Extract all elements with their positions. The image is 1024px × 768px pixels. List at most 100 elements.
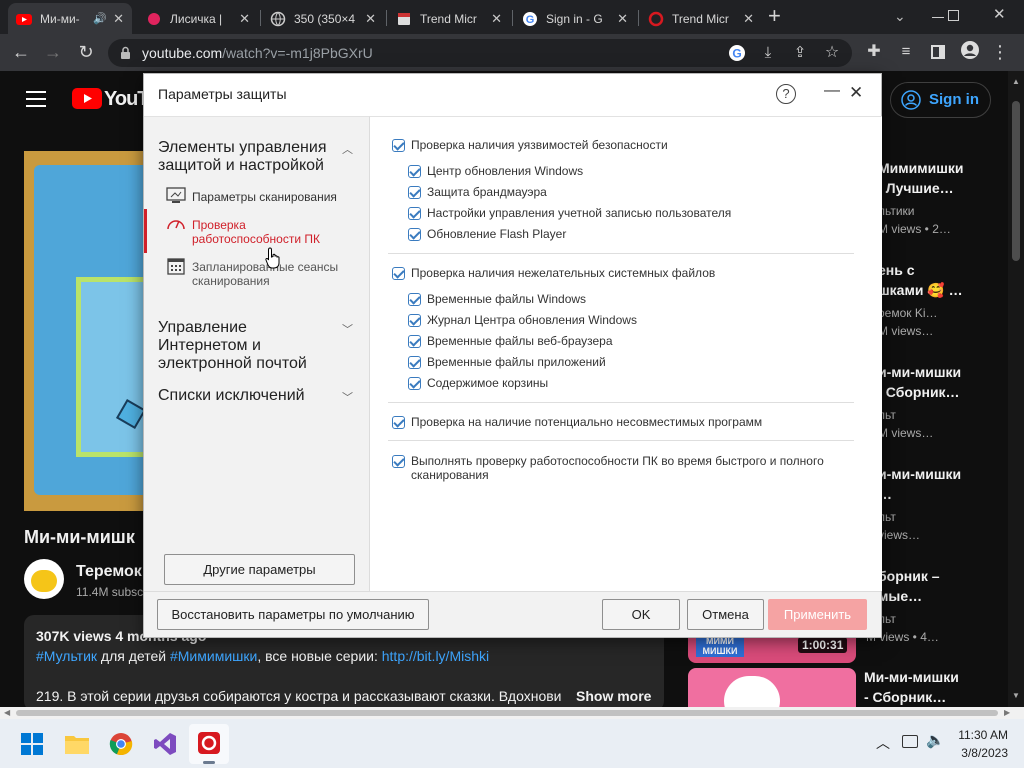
hashtag-link[interactable]: #Мультик: [36, 648, 97, 664]
sidebar-title[interactable]: и-ми-мишки: [878, 364, 961, 380]
reload-icon[interactable]: ↻: [74, 40, 98, 64]
checkbox-checked-icon[interactable]: [408, 228, 421, 241]
star-icon[interactable]: ☆: [820, 41, 844, 65]
checkbox-checked-icon[interactable]: [408, 314, 421, 327]
visual-studio-icon[interactable]: [153, 732, 177, 756]
checkbox-checked-icon[interactable]: [392, 455, 405, 468]
new-tab-button[interactable]: +: [768, 5, 781, 27]
sidebar-title[interactable]: шками 🥰 …: [878, 282, 963, 299]
sidebar-title[interactable]: борник –: [878, 568, 940, 584]
menu-icon[interactable]: ⋮: [988, 40, 1012, 64]
checkbox-checked-icon[interactable]: [408, 335, 421, 348]
sidebar-title[interactable]: ень с: [878, 262, 915, 278]
description-link[interactable]: http://bit.ly/Mishki: [382, 648, 489, 664]
horizontal-scrollbar[interactable]: ◀ ▶: [0, 707, 1024, 719]
apply-button[interactable]: Применить: [768, 599, 867, 630]
speaker-icon[interactable]: 🔊: [93, 12, 107, 25]
close-icon[interactable]: ✕: [849, 83, 863, 103]
side-panel-icon[interactable]: [926, 40, 950, 64]
network-icon[interactable]: [902, 735, 918, 748]
extensions-icon[interactable]: ✚: [862, 40, 886, 64]
hamburger-icon[interactable]: [26, 91, 46, 107]
minimize-icon[interactable]: —: [824, 82, 840, 100]
sidebar-title[interactable]: - Сборник…: [864, 689, 946, 705]
close-icon[interactable]: ✕: [617, 11, 628, 27]
nav-item-pc-health-check[interactable]: Проверка работоспособности ПК: [192, 218, 342, 246]
checkbox-firewall[interactable]: Защита брандмауэра: [408, 185, 547, 199]
chevron-down-icon[interactable]: ﹀: [342, 321, 354, 336]
checkbox-checked-icon[interactable]: [392, 267, 405, 280]
chevron-down-icon[interactable]: ⌄: [894, 8, 906, 25]
help-icon[interactable]: ?: [776, 84, 796, 104]
chrome-icon[interactable]: [109, 732, 133, 756]
trend-micro-taskbar-button[interactable]: [189, 724, 229, 764]
tab-youtube[interactable]: Ми-ми- 🔊 ✕: [8, 3, 132, 34]
tab-trend-1[interactable]: Trend Micr ✕: [388, 3, 510, 34]
tab-lisichka[interactable]: Лисичка | ✕: [138, 3, 258, 34]
close-icon[interactable]: ✕: [239, 11, 250, 27]
media-icon[interactable]: ≡: [894, 40, 918, 64]
checkbox-uac[interactable]: Настройки управления учетной записью пол…: [408, 206, 731, 220]
checkbox-checked-icon[interactable]: [408, 293, 421, 306]
address-bar[interactable]: youtube.com/watch?v=-m1j8PbGXrU G ⤓ ⇪ ☆: [108, 39, 852, 67]
sidebar-title[interactable]: | Сборник…: [878, 384, 960, 400]
video-player[interactable]: [24, 151, 156, 511]
restore-defaults-button[interactable]: Восстановить параметры по умолчанию: [157, 599, 429, 630]
checkbox-checked-icon[interactable]: [392, 416, 405, 429]
sidebar-thumbnail[interactable]: [688, 668, 856, 707]
checkbox-incompatible-programs[interactable]: Проверка на наличие потенциально несовме…: [392, 415, 762, 429]
sign-in-button[interactable]: Sign in: [890, 82, 991, 118]
checkbox-browser-temp[interactable]: Временные файлы веб-браузера: [408, 334, 613, 348]
checkbox-health-check-during-scan[interactable]: Выполнять проверку работоспособности ПК …: [392, 454, 832, 482]
tab-image[interactable]: 350 (350×4 ✕: [262, 3, 384, 34]
volume-icon[interactable]: 🔈: [926, 731, 945, 749]
sidebar-title[interactable]: | Лучшие…: [878, 180, 954, 196]
close-icon[interactable]: ✕: [365, 11, 376, 27]
checkbox-checked-icon[interactable]: [408, 356, 421, 369]
close-icon[interactable]: ✕: [743, 11, 754, 27]
checkbox-flash[interactable]: Обновление Flash Player: [408, 227, 566, 241]
install-icon[interactable]: ⤓: [756, 41, 780, 65]
channel-name[interactable]: Теремок: [76, 563, 142, 581]
chevron-down-icon[interactable]: ﹀: [342, 389, 354, 404]
cancel-button[interactable]: Отмена: [687, 599, 764, 630]
share-icon[interactable]: ⇪: [788, 41, 812, 65]
google-lens-icon[interactable]: G: [728, 44, 746, 62]
back-icon[interactable]: ←: [9, 40, 33, 64]
other-params-button[interactable]: Другие параметры: [164, 554, 355, 585]
clock-date[interactable]: 3/8/2023: [958, 746, 1008, 760]
windows-start-icon[interactable]: [21, 733, 43, 755]
checkbox-checked-icon[interactable]: [408, 186, 421, 199]
checkbox-recycle-bin[interactable]: Содержимое корзины: [408, 376, 548, 390]
checkbox-checked-icon[interactable]: [408, 165, 421, 178]
clock-time[interactable]: 11:30 AM: [958, 728, 1008, 742]
ok-button[interactable]: OK: [602, 599, 680, 630]
sidebar-title[interactable]: мые…: [878, 588, 922, 604]
close-icon[interactable]: ✕: [491, 11, 502, 27]
nav-item-scan-settings[interactable]: Параметры сканирования: [192, 190, 362, 204]
nav-section-internet-email[interactable]: Управление Интернетом и электронной почт…: [158, 319, 338, 373]
checkbox-app-temp[interactable]: Временные файлы приложений: [408, 355, 606, 369]
youtube-logo-icon[interactable]: [72, 88, 102, 109]
checkbox-windows-temp[interactable]: Временные файлы Windows: [408, 292, 586, 306]
tab-google[interactable]: G Sign in - G ✕: [514, 3, 636, 34]
checkbox-checked-icon[interactable]: [392, 139, 405, 152]
nav-section-protection[interactable]: Элементы управления защитой и настройкой: [158, 139, 338, 175]
tab-trend-2[interactable]: Trend Micr ✕: [640, 3, 762, 34]
forward-icon[interactable]: →: [41, 40, 65, 64]
file-explorer-icon[interactable]: [64, 733, 90, 755]
sidebar-title[interactable]: Ми-ми-мишки: [864, 669, 959, 685]
checkbox-update-log[interactable]: Журнал Центра обновления Windows: [408, 313, 637, 327]
sidebar-title[interactable]: Мимимишки: [878, 160, 963, 176]
chevron-up-icon[interactable]: ︿: [876, 733, 890, 753]
lock-icon[interactable]: [120, 46, 131, 60]
sidebar-title[interactable]: и-ми-мишки: [878, 466, 961, 482]
checkbox-checked-icon[interactable]: [408, 377, 421, 390]
checkbox-windows-update[interactable]: Центр обновления Windows: [408, 164, 583, 178]
checkbox-security-vulnerabilities[interactable]: Проверка наличия уязвимостей безопасност…: [392, 138, 668, 152]
close-icon[interactable]: ✕: [113, 11, 124, 27]
checkbox-checked-icon[interactable]: [408, 207, 421, 220]
channel-avatar[interactable]: [24, 559, 64, 599]
vertical-scrollbar[interactable]: ▲ ▼: [1008, 71, 1024, 707]
minimize-window-button[interactable]: [932, 17, 944, 18]
